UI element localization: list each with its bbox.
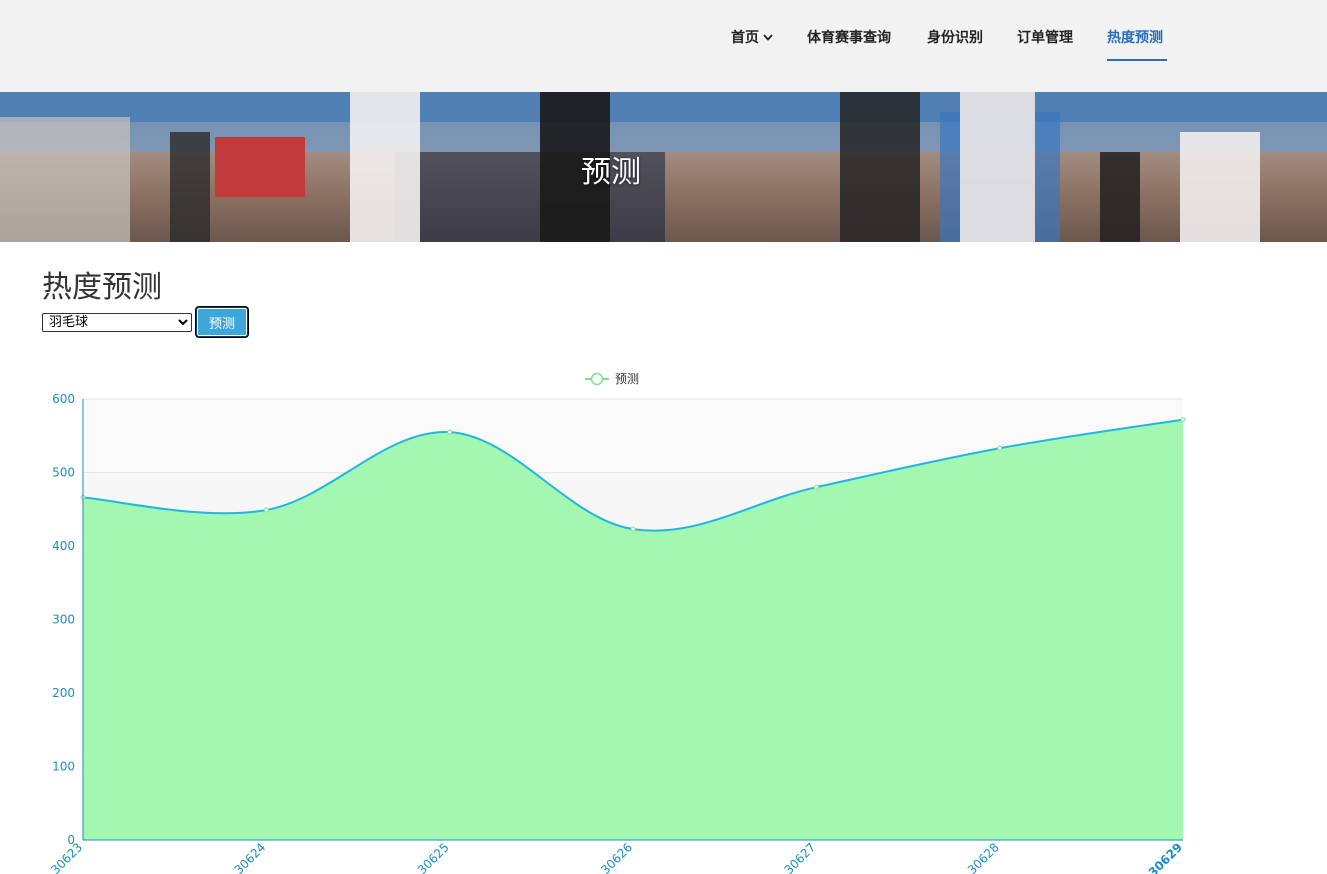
data-point xyxy=(997,445,1003,451)
predict-button[interactable]: 预测 xyxy=(196,307,248,337)
x-tick-label: 30626 xyxy=(598,840,635,874)
x-tick-label: 30627 xyxy=(782,840,819,874)
x-tick-label: 30625 xyxy=(415,840,452,874)
x-tick-label: 30628 xyxy=(965,840,1002,874)
data-point xyxy=(1180,417,1186,423)
y-tick-label: 400 xyxy=(52,539,75,553)
nav-identity[interactable]: 身份识别 xyxy=(927,27,983,47)
banner-title: 预测 xyxy=(581,155,641,190)
y-tick-label: 600 xyxy=(52,392,75,406)
x-tick-label: 30629 xyxy=(1146,840,1185,874)
main-nav: 首页 体育赛事查询 身份识别 订单管理 热度预测 xyxy=(0,0,1327,92)
y-tick-label: 200 xyxy=(52,686,75,700)
nav-home[interactable]: 首页 xyxy=(731,27,774,47)
top-navbar: 首页 体育赛事查询 身份识别 订单管理 热度预测 xyxy=(0,0,1327,92)
nav-sports-query[interactable]: 体育赛事查询 xyxy=(807,27,891,47)
legend-label: 预测 xyxy=(615,372,639,386)
sport-select[interactable]: 羽毛球 xyxy=(42,313,192,332)
active-nav-indicator xyxy=(1107,59,1167,61)
data-point xyxy=(630,526,636,532)
chevron-down-icon xyxy=(763,34,773,41)
data-point xyxy=(813,484,819,490)
prediction-chart: 010020030040050060030623 30624 30625 30626 3… xyxy=(48,372,1186,874)
y-tick-label: 100 xyxy=(52,760,75,774)
data-point xyxy=(263,507,269,513)
nav-orders[interactable]: 订单管理 xyxy=(1017,27,1073,47)
legend-circle-icon xyxy=(590,372,604,386)
nav-home-label: 首页 xyxy=(731,30,759,46)
y-tick-label: 300 xyxy=(52,613,75,627)
x-tick-label: 30624 xyxy=(232,840,269,874)
nav-heat-prediction[interactable]: 热度预测 xyxy=(1107,27,1163,47)
hero-banner: 预测 xyxy=(0,92,1327,242)
data-point xyxy=(447,429,453,435)
y-tick-label: 500 xyxy=(52,466,75,480)
page-title: 热度预测 xyxy=(42,270,162,305)
